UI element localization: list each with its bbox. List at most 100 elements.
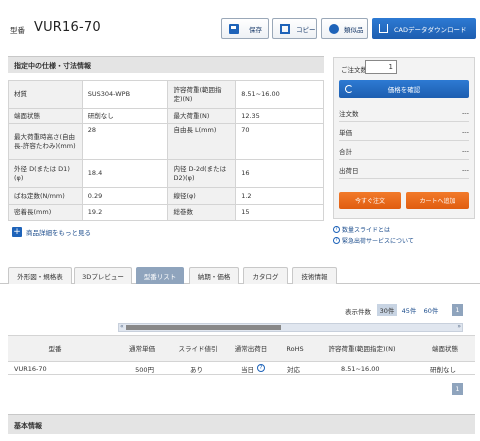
col-price: 通常単価 [129,344,155,353]
col-slide: スライド値引 [178,344,218,353]
spec-section-title: 指定中の仕様・寸法情報 [8,56,324,73]
spec-value: 12.35 [235,108,324,124]
page-size-60[interactable]: 60件 [421,304,441,316]
col-end-face: 端面状態 [432,344,458,353]
page-size-30[interactable]: 30件 [377,304,397,316]
tab-drawings[interactable]: 外形図・規格表 [8,267,72,284]
row-slide: あり [190,365,203,374]
order-row-label: 合計 [339,147,352,156]
page-size-45[interactable]: 45件 [399,304,419,316]
page-button[interactable]: 1 [452,304,463,316]
spec-value: 28 [81,123,169,160]
save-button[interactable]: 保存 [221,18,269,39]
quantity-input[interactable]: 1 [365,60,397,74]
tab-delivery-price[interactable]: 納期・価格 [189,267,239,284]
quantity-slide-label: 数量スライドとは [342,227,391,234]
row-ship: 当日 ? [241,362,265,375]
row-price: 500円 [135,365,154,374]
order-row-quantity: 注文数 --- [339,104,469,122]
spec-value: 研削なし [81,108,169,124]
spec-key: 材質 [8,80,83,109]
scroll-right-icon[interactable]: » [457,323,461,330]
copy-label: コピー [296,25,316,34]
model-number: VUR16-70 [34,20,101,35]
tab-model-list[interactable]: 型番リスト [136,267,184,284]
copy-icon [280,23,290,34]
spec-key: 最大荷重(N) [167,108,237,124]
display-count-label: 表示件数 [345,308,371,316]
save-label: 保存 [249,25,262,34]
col-ship-date: 通常出荷日 [234,344,268,353]
spec-value: SUS304-WPB [81,80,169,109]
spec-row: 材質 SUS304-WPB 許容荷重(範囲指定)(N) 8.51~16.00 [8,80,324,109]
spec-key: 総巻数 [167,204,237,221]
spec-key: 端面状態 [8,108,83,124]
spec-value: 70 [235,123,324,160]
add-to-cart-label: カートへ追加 [419,198,456,205]
spec-key: 線径(φ) [167,187,237,205]
row-model[interactable]: VUR16-70 [14,362,47,375]
help-icon: ? [333,226,340,233]
row-load: 8.51~16.00 [341,364,380,373]
spec-value: 8.51~16.00 [235,80,324,109]
quantity-label: ご注文数 [341,66,367,74]
spec-row: 端面状態 研削なし 最大荷重(N) 12.35 [8,108,324,124]
order-row-value: --- [461,108,469,117]
order-row-label: 注文数 [339,109,359,118]
help-icon: ? [333,237,340,244]
order-row-total: 合計 --- [339,142,469,160]
order-row-label: 単価 [339,128,352,137]
cad-download-button[interactable]: CADデータダウンロード [372,18,476,39]
tab-technical-info[interactable]: 技術情報 [292,267,337,284]
similar-button[interactable]: 類似品 [321,18,368,39]
spec-table: 材質 SUS304-WPB 許容荷重(範囲指定)(N) 8.51~16.00 端… [8,80,324,221]
plus-icon: + [12,227,22,237]
scroll-left-icon[interactable]: « [120,323,124,330]
spec-key: 外径 D(または D1)(φ) [8,159,83,188]
col-rohs: RoHS [286,344,304,353]
page-button-bottom[interactable]: 1 [452,383,463,395]
more-details-link[interactable]: + 商品詳細をもっと見る [12,227,91,237]
spec-row: ばね定数(N/mm) 0.29 線径(φ) 1.2 [8,187,324,205]
spec-key: 最大荷重時高さ(自由長-許容たわみ)(mm) [8,123,83,160]
copy-button[interactable]: コピー [272,18,317,39]
spec-key: 密着長(mm) [8,204,83,221]
row-ship-value: 当日 [241,365,254,374]
col-model: 型番 [48,344,62,353]
refresh-icon [345,85,353,93]
express-shipping-label: 緊急出荷サービスについて [342,238,414,245]
add-to-cart-button[interactable]: カートへ追加 [406,192,469,209]
row-end-face: 研削なし [430,365,456,374]
order-row-value: --- [461,146,469,155]
save-icon [229,23,239,34]
order-row-unit-price: 単価 --- [339,123,469,141]
spec-row: 外径 D(または D1)(φ) 18.4 内径 D-2d(または D2)(φ) … [8,159,324,188]
horizontal-scrollbar[interactable]: « » [118,323,463,332]
order-now-button[interactable]: 今すぐ注文 [339,192,401,209]
model-label: 型番 [10,26,25,35]
spec-key: 許容荷重(範囲指定)(N) [167,80,237,109]
spec-value: 18.4 [81,159,169,188]
spec-key: ばね定数(N/mm) [8,187,83,205]
quantity-slide-link[interactable]: ? 数量スライドとは [333,225,390,234]
tab-3d-preview[interactable]: 3Dプレビュー [74,267,132,284]
spec-key: 自由長 L(mm) [167,123,237,160]
express-shipping-link[interactable]: ? 緊急出荷サービスについて [333,236,414,245]
more-details-label: 商品詳細をもっと見る [26,229,91,237]
tab-catalog[interactable]: カタログ [243,267,288,284]
scrollbar-thumb[interactable] [126,325,281,330]
spec-value: 0.29 [81,187,169,205]
check-price-label: 価格を確認 [387,86,421,94]
order-now-label: 今すぐ注文 [354,198,385,205]
basic-info-title: 基本情報 [8,414,475,434]
similar-label: 類似品 [344,25,364,34]
order-row-label: 出荷日 [339,166,359,175]
similar-icon [329,23,339,34]
cad-download-label: CADデータダウンロード [394,25,467,34]
check-price-button[interactable]: 価格を確認 [339,80,469,98]
help-icon[interactable]: ? [257,364,265,372]
row-rohs: 対応 [287,365,300,374]
download-icon [379,24,388,33]
col-load: 許容荷重(範囲指定)(N) [328,344,396,353]
order-row-value: --- [461,165,469,174]
